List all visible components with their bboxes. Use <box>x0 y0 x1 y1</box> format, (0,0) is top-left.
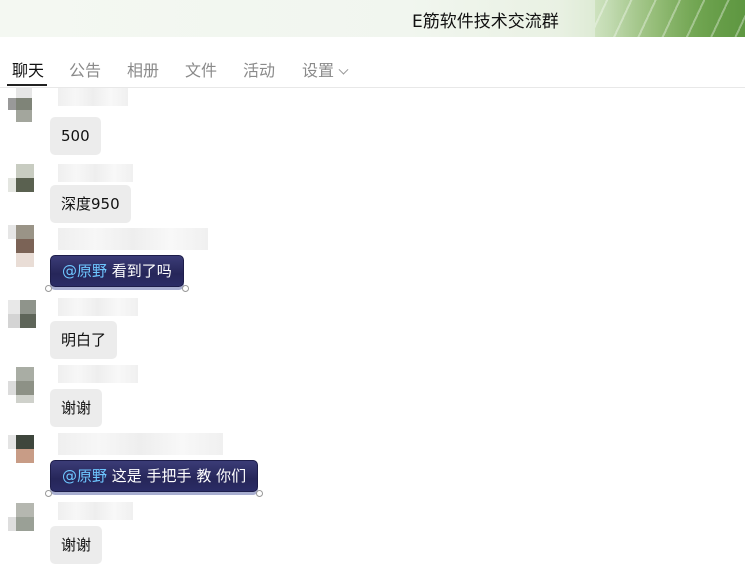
message-text: 这是 手把手 教 你们 <box>107 467 247 485</box>
window-title: E筋软件技术交流群 <box>412 12 559 32</box>
avatar[interactable] <box>8 503 42 537</box>
sender-name-blurred <box>58 164 133 182</box>
tab-activity[interactable]: 活动 <box>243 57 275 81</box>
active-tab-indicator <box>7 84 47 86</box>
avatar[interactable] <box>8 164 42 198</box>
title-bar: E筋软件技术交流群 <box>0 0 745 37</box>
mention-tag[interactable]: @原野 <box>62 467 107 485</box>
tab-album[interactable]: 相册 <box>127 57 159 81</box>
chevron-down-icon <box>338 64 349 75</box>
sender-name-blurred <box>58 88 128 106</box>
tab-chat[interactable]: 聊天 <box>12 57 44 81</box>
avatar[interactable] <box>8 367 42 403</box>
tab-announcement[interactable]: 公告 <box>69 57 101 81</box>
tab-settings-label: 设置 <box>302 61 335 80</box>
sender-name-blurred <box>58 502 133 520</box>
mention-message-bubble[interactable]: @原野 看到了吗 <box>45 255 189 292</box>
message-text: 看到了吗 <box>107 262 172 280</box>
tab-bar: 聊天 公告 相册 文件 活动 设置 <box>0 37 745 88</box>
sender-name-blurred <box>58 298 138 316</box>
sender-name-blurred <box>58 433 223 455</box>
sender-name-blurred <box>58 365 138 383</box>
sender-name-blurred <box>58 228 208 250</box>
message-bubble[interactable]: 明白了 <box>50 321 118 359</box>
message-bubble[interactable]: 500 <box>50 117 101 155</box>
tab-files[interactable]: 文件 <box>185 57 217 81</box>
avatar[interactable] <box>8 300 42 334</box>
message-bubble[interactable]: 谢谢 <box>50 526 103 564</box>
avatar[interactable] <box>8 435 42 469</box>
tab-settings[interactable]: 设置 <box>302 57 349 81</box>
avatar[interactable] <box>8 88 42 122</box>
bamboo-banner-image <box>595 0 745 37</box>
mention-tag[interactable]: @原野 <box>62 262 107 280</box>
message-bubble[interactable]: 谢谢 <box>50 389 103 427</box>
avatar[interactable] <box>8 225 42 267</box>
message-bubble[interactable]: 深度950 <box>50 185 131 223</box>
mention-message-bubble[interactable]: @原野 这是 手把手 教 你们 <box>44 460 264 497</box>
